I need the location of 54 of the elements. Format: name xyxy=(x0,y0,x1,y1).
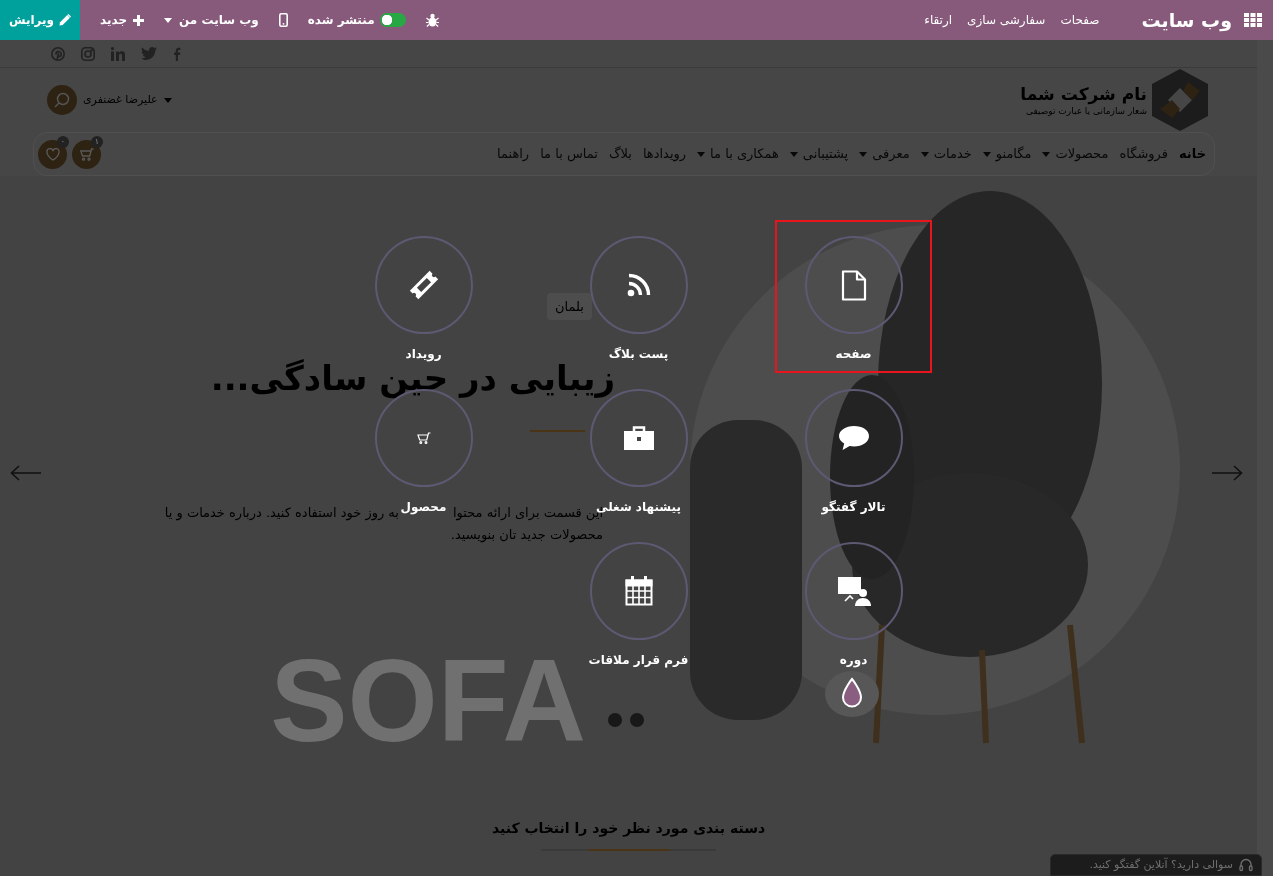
count-badge: ۱ xyxy=(91,135,103,148)
caret-icon xyxy=(163,97,172,103)
pinterest-icon[interactable] xyxy=(51,46,65,61)
droplet-icon xyxy=(825,671,879,717)
caret-icon xyxy=(164,17,173,23)
search-icon xyxy=(54,92,70,108)
website-dropdown[interactable]: وب سایت من xyxy=(164,11,259,29)
ticket-icon xyxy=(374,236,473,334)
menu-link[interactable]: سفارشی سازی xyxy=(967,11,1046,29)
heart-icon xyxy=(45,147,60,161)
speech-bubble-icon xyxy=(804,389,903,487)
carousel-indicator[interactable] xyxy=(630,713,644,727)
facebook-icon[interactable] xyxy=(173,46,181,61)
rss-icon xyxy=(589,236,688,334)
twitter-icon[interactable] xyxy=(141,47,157,60)
content-type-option[interactable]: فرم قرار ملاقات xyxy=(588,542,689,668)
chat-button[interactable]: سوالی دارید؟ آنلاین گفتگو کنید. xyxy=(1050,854,1262,876)
instagram-icon[interactable] xyxy=(81,46,95,61)
apps-menu-icon[interactable] xyxy=(1244,13,1262,27)
linkedin-icon[interactable] xyxy=(111,46,125,61)
company-tagline: شعار سازمانی یا عبارت توصیفی xyxy=(1025,105,1147,117)
app-title: وب سایت xyxy=(1141,10,1232,30)
presentation-icon xyxy=(804,542,903,640)
mobile-preview-icon[interactable] xyxy=(278,13,288,27)
content-type-option[interactable]: صفحه xyxy=(804,236,903,362)
menu-link[interactable]: ارتقاء xyxy=(924,11,953,29)
headset-icon xyxy=(1239,858,1253,872)
wishlist-button[interactable]: ۰ xyxy=(38,139,67,169)
company-name: نام شرکت شما xyxy=(1020,83,1147,105)
publish-label: منتشر شده xyxy=(307,12,375,29)
edit-button[interactable]: ویرایش xyxy=(0,0,80,40)
paragraph-text: به روز خود استفاده کنید. درباره خدمات و یا xyxy=(164,504,399,523)
bug-icon[interactable] xyxy=(425,13,439,27)
menu-link[interactable]: صفحات xyxy=(1060,11,1100,29)
pencil-icon xyxy=(59,14,71,26)
paragraph-text: محصولات جدید تان بنویسید. xyxy=(450,526,603,545)
cart-icon xyxy=(79,147,94,161)
count-badge: ۰ xyxy=(57,135,69,148)
plus-icon xyxy=(133,14,145,26)
category-tag: بلمان xyxy=(547,293,592,320)
right-arrow-icon[interactable] xyxy=(1211,465,1243,481)
cart-button[interactable]: ۱ xyxy=(72,139,101,169)
search-button[interactable] xyxy=(47,85,77,115)
content-type-option[interactable]: دوره xyxy=(804,542,903,668)
publish-toggle[interactable] xyxy=(379,13,406,27)
file-icon xyxy=(804,236,903,334)
calendar-icon xyxy=(589,542,688,640)
content-type-option[interactable]: تالار گفتگو xyxy=(804,389,903,515)
left-arrow-icon[interactable] xyxy=(10,465,42,481)
scrollbar[interactable] xyxy=(1257,40,1273,876)
content-type-option[interactable]: پست بلاگ xyxy=(589,236,688,362)
carousel-indicator[interactable] xyxy=(608,713,622,727)
section-title: دسته بندی مورد نظر خود را انتخاب کنید xyxy=(491,819,766,837)
new-button[interactable]: جدید xyxy=(100,11,145,29)
